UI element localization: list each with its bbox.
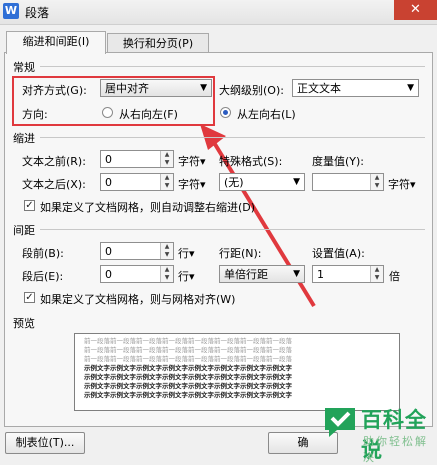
- separator: [40, 66, 425, 67]
- preview-line: 示例文字示例文字示例文字示例文字示例文字示例文字示例文字示例文字: [84, 391, 292, 399]
- spinner-icon[interactable]: ▲ ▼: [370, 174, 383, 190]
- outline-dropdown[interactable]: 正文文本 ▼: [292, 79, 419, 97]
- spacing-after-value: 0: [105, 268, 112, 281]
- outline-label: 大纲级别(O):: [219, 84, 284, 97]
- preview-line: 示例文字示例文字示例文字示例文字示例文字示例文字示例文字示例文字: [84, 373, 292, 381]
- special-format-value: (无): [224, 176, 244, 189]
- indent-before-input[interactable]: 0 ▲ ▼: [100, 150, 174, 168]
- spacing-after-input[interactable]: 0 ▲ ▼: [100, 265, 174, 283]
- preview-line: 前一段落前一段落前一段落前一段落前一段落前一段落前一段落前一段落: [84, 346, 292, 354]
- section-indent-label: 缩进: [13, 132, 35, 145]
- spacing-before-value: 0: [105, 245, 112, 258]
- spacing-before-unit[interactable]: 行▾: [178, 245, 195, 261]
- spinner-icon[interactable]: ▲ ▼: [370, 266, 383, 282]
- spinner-icon[interactable]: ▲ ▼: [160, 243, 173, 259]
- setting-value: 1: [317, 268, 324, 281]
- indent-after-value: 0: [105, 176, 112, 189]
- indent-before-value: 0: [105, 153, 112, 166]
- special-format-dropdown[interactable]: (无) ▼: [219, 173, 305, 191]
- preview-line: 前一段落前一段落前一段落前一段落前一段落前一段落前一段落前一段落: [84, 337, 292, 345]
- spacing-before-input[interactable]: 0 ▲ ▼: [100, 242, 174, 260]
- measure-unit[interactable]: 字符▾: [388, 176, 416, 192]
- snap-grid-label: 如果定义了文档网格，则与网格对齐(W): [40, 293, 236, 306]
- outline-value: 正文文本: [297, 82, 341, 95]
- line-spacing-label: 行距(N):: [219, 247, 262, 260]
- preview-line: 示例文字示例文字示例文字示例文字示例文字示例文字示例文字示例文字: [84, 364, 292, 372]
- setting-unit: 倍: [389, 270, 400, 283]
- auto-adjust-checkbox[interactable]: ✓: [24, 200, 35, 211]
- measure-input[interactable]: ▲ ▼: [312, 173, 384, 191]
- spinner-icon[interactable]: ▲ ▼: [160, 266, 173, 282]
- spinner-icon[interactable]: ▲ ▼: [160, 174, 173, 190]
- special-format-label: 特殊格式(S):: [219, 155, 283, 168]
- tab-line-page-breaks[interactable]: 换行和分页(P): [107, 33, 209, 54]
- wps-logo-icon: W: [3, 3, 19, 19]
- auto-adjust-label: 如果定义了文档网格，则自动调整右缩进(D): [40, 201, 256, 214]
- tab-stops-button[interactable]: 制表位(T)...: [5, 432, 85, 454]
- section-preview-label: 预览: [13, 317, 35, 330]
- measure-label: 度量值(Y):: [312, 155, 365, 168]
- separator: [40, 137, 425, 138]
- indent-after-input[interactable]: 0 ▲ ▼: [100, 173, 174, 191]
- spinner-icon[interactable]: ▲ ▼: [160, 151, 173, 167]
- separator: [40, 229, 425, 230]
- annotation-arrow: [200, 124, 316, 308]
- indent-after-label: 文本之后(X):: [22, 178, 86, 191]
- line-spacing-value: 单倍行距: [224, 268, 268, 281]
- watermark-slogan: 助你轻松解决: [363, 435, 428, 464]
- chevron-down-icon: ▼: [407, 83, 414, 93]
- indent-before-label: 文本之前(R):: [22, 155, 86, 168]
- preview-text: 前一段落前一段落前一段落前一段落前一段落前一段落前一段落前一段落 前一段落前一段…: [84, 337, 390, 400]
- indent-after-unit[interactable]: 字符▾: [178, 176, 206, 192]
- preview-line: 示例文字示例文字示例文字示例文字示例文字示例文字示例文字示例文字: [84, 382, 292, 390]
- section-general-label: 常规: [13, 61, 35, 74]
- preview-line: 前一段落前一段落前一段落前一段落前一段落前一段落前一段落前一段落: [84, 355, 292, 363]
- section-spacing-label: 间距: [13, 224, 35, 237]
- spacing-after-label: 段后(E):: [22, 270, 64, 283]
- chevron-down-icon: ▼: [293, 177, 300, 187]
- indent-before-unit[interactable]: 字符▾: [178, 153, 206, 169]
- title-bar: [0, 0, 437, 25]
- line-spacing-dropdown[interactable]: 单倍行距 ▼: [219, 265, 305, 283]
- chevron-down-icon: ▼: [293, 269, 300, 279]
- close-button[interactable]: ✕: [394, 0, 437, 20]
- watermark-logo-icon: [325, 408, 355, 437]
- window-title: 段落: [25, 6, 50, 20]
- snap-grid-checkbox[interactable]: ✓: [24, 292, 35, 303]
- setting-value-label: 设置值(A):: [312, 247, 365, 260]
- tab-indent-spacing[interactable]: 缩进和间距(I): [6, 31, 106, 54]
- setting-value-input[interactable]: 1 ▲ ▼: [312, 265, 384, 283]
- spacing-after-unit[interactable]: 行▾: [178, 268, 195, 284]
- ltr-radio[interactable]: [220, 107, 231, 118]
- spacing-before-label: 段前(B):: [22, 247, 64, 260]
